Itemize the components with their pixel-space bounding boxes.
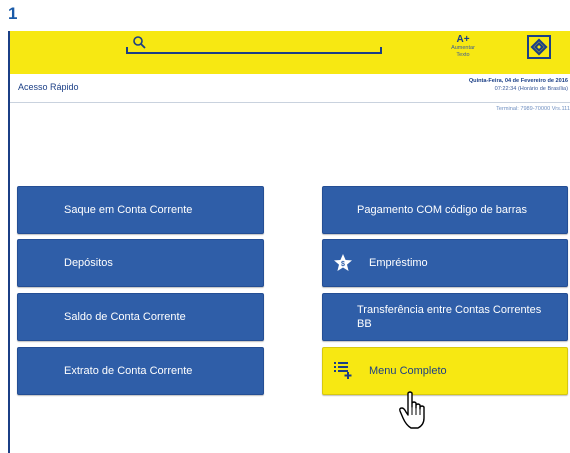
bank-logo-icon	[530, 38, 548, 56]
button-label: Depósitos	[64, 257, 113, 269]
bank-logo	[527, 35, 551, 59]
withdraw-button[interactable]: Saque em Conta Corrente	[17, 186, 264, 234]
balance-button[interactable]: Saldo de Conta Corrente	[17, 293, 264, 341]
list-add-icon	[334, 362, 352, 379]
info-bar: Acesso Rápido Quinta-Feira, 04 de Fevere…	[10, 74, 570, 103]
button-label: Saque em Conta Corrente	[64, 204, 193, 216]
button-label: Extrato de Conta Corrente	[64, 365, 193, 377]
atm-screen: A+ Aumentar Texto Acesso Rápido Quinta-F…	[8, 31, 570, 453]
button-label: Pagamento COM código de barras	[357, 204, 527, 216]
terminal-info: Terminal: 7989-70000 Vrs.111	[496, 106, 570, 112]
payment-barcode-button[interactable]: Pagamento COM código de barras	[322, 186, 568, 234]
date-text: Quinta-Feira, 04 de Fevereiro de 2016	[468, 78, 568, 84]
full-menu-button[interactable]: Menu Completo	[322, 347, 568, 395]
loan-button[interactable]: $ Empréstimo	[322, 239, 568, 287]
section-title: Acesso Rápido	[18, 82, 79, 92]
button-label: Menu Completo	[369, 365, 447, 377]
star-dollar-icon: $	[334, 254, 352, 271]
statement-button[interactable]: Extrato de Conta Corrente	[17, 347, 264, 395]
deposits-button[interactable]: Depósitos	[17, 239, 264, 287]
button-label: Saldo de Conta Corrente	[64, 311, 186, 323]
svg-text:$: $	[341, 261, 345, 268]
search-icon[interactable]	[132, 35, 146, 49]
transfer-button[interactable]: Transferência entre Contas Correntes BB	[322, 293, 568, 341]
step-number: 1	[8, 4, 18, 23]
font-size-caption: Texto	[456, 52, 470, 58]
increase-text-button[interactable]: A+ Aumentar Texto	[446, 34, 480, 59]
hand-pointer-icon	[399, 391, 425, 429]
button-label: Empréstimo	[369, 257, 428, 269]
button-label: Transferência entre Contas Correntes BB	[357, 304, 542, 330]
font-size-caption: Aumentar	[451, 45, 475, 51]
top-bar: A+ Aumentar Texto	[10, 31, 570, 74]
time-text: 07:22:34 (Horário de Brasília)	[494, 86, 568, 92]
search-input[interactable]	[126, 47, 382, 54]
font-size-label: A+	[456, 34, 470, 45]
